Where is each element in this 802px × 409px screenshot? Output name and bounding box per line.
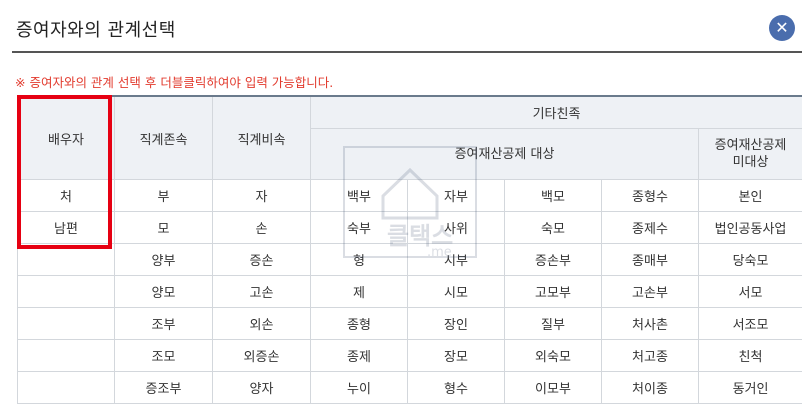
relation-cell[interactable]: 모 <box>114 211 213 244</box>
empty-cell <box>17 371 115 404</box>
relation-cell[interactable]: 장모 <box>407 339 505 372</box>
header-non-deduction-line1: 증여재산공제 <box>714 138 787 154</box>
relation-cell[interactable]: 숙모 <box>504 211 602 244</box>
relation-cell[interactable]: 종제수 <box>601 211 699 244</box>
relation-cell[interactable]: 증손 <box>212 243 311 276</box>
relation-cell[interactable]: 처 <box>17 179 115 212</box>
header-deduction-target: 증여재산공제 대상 <box>310 128 699 180</box>
empty-cell <box>17 275 115 308</box>
relation-cell[interactable]: 누이 <box>310 371 408 404</box>
title-divider <box>12 51 802 53</box>
table-row: 조모 외증손 종제 장모 외숙모 처고종 친척 <box>17 339 802 372</box>
header-lineal-ascendant: 직계존속 <box>114 95 213 180</box>
relation-cell[interactable]: 자부 <box>407 179 505 212</box>
relation-cell[interactable]: 종매부 <box>601 243 699 276</box>
relation-cell[interactable]: 외증손 <box>212 339 311 372</box>
relation-cell[interactable]: 처사촌 <box>601 307 699 340</box>
empty-cell <box>17 307 115 340</box>
relation-cell[interactable]: 장인 <box>407 307 505 340</box>
empty-cell <box>17 243 115 276</box>
relation-cell[interactable]: 법인공동사업 <box>697 211 802 244</box>
relation-cell[interactable]: 숙부 <box>310 211 408 244</box>
relation-cell[interactable]: 양부 <box>114 243 213 276</box>
dialog-title: 증여자와의 관계선택 <box>16 20 176 41</box>
header-non-deduction-line2: 미대상 <box>732 155 769 171</box>
relation-cell[interactable]: 친척 <box>697 339 802 372</box>
relation-cell[interactable]: 증조부 <box>114 371 213 404</box>
relation-cell[interactable]: 서모 <box>697 275 802 308</box>
relation-cell[interactable]: 자 <box>212 179 311 212</box>
empty-cell <box>17 339 115 372</box>
table-row: 양모 고손 제 시모 고모부 고손부 서모 <box>17 275 802 308</box>
table-row: 처 부 자 백부 자부 백모 종형수 본인 <box>17 179 802 212</box>
close-icon: ✕ <box>775 18 789 37</box>
table-row: 양부 증손 형 시부 증손부 종매부 당숙모 <box>17 243 802 276</box>
table-row: 증조부 양자 누이 형수 이모부 처이종 동거인 <box>17 371 802 404</box>
relation-cell[interactable]: 양모 <box>114 275 213 308</box>
relation-cell[interactable]: 외손 <box>212 307 311 340</box>
relation-cell[interactable]: 조모 <box>114 339 213 372</box>
relation-cell[interactable]: 형수 <box>407 371 505 404</box>
relation-cell[interactable]: 손 <box>212 211 311 244</box>
relation-cell[interactable]: 동거인 <box>697 371 802 404</box>
header-other-relatives: 기타친족 <box>309 95 802 130</box>
relation-cell[interactable]: 종형수 <box>601 179 699 212</box>
relation-cell[interactable]: 본인 <box>697 179 802 212</box>
header-lineal-descendant: 직계비속 <box>212 95 311 180</box>
relation-cell[interactable]: 질부 <box>504 307 602 340</box>
relation-cell[interactable]: 사위 <box>407 211 505 244</box>
relation-cell[interactable]: 시부 <box>407 243 505 276</box>
header-spouse: 배우자 <box>17 95 115 180</box>
relation-cell[interactable]: 처이종 <box>601 371 699 404</box>
relation-cell[interactable]: 고손부 <box>601 275 699 308</box>
relationship-select-dialog: 증여자와의 관계선택 ✕ ※ 증여자와의 관계 선택 후 더블클릭하여야 입력 … <box>0 0 802 409</box>
relation-cell[interactable]: 형 <box>310 243 408 276</box>
relation-cell[interactable]: 부 <box>114 179 213 212</box>
table-row: 남편 모 손 숙부 사위 숙모 종제수 법인공동사업 <box>17 211 802 244</box>
relation-cell[interactable]: 증손부 <box>504 243 602 276</box>
relationship-table: 배우자 직계존속 직계비속 기타친족 증여재산공제 대상 증여재산공제 미대상 … <box>17 95 802 404</box>
relation-cell[interactable]: 서조모 <box>697 307 802 340</box>
relation-cell[interactable]: 백부 <box>310 179 408 212</box>
relation-cell[interactable]: 외숙모 <box>504 339 602 372</box>
relation-cell[interactable]: 양자 <box>212 371 311 404</box>
close-button[interactable]: ✕ <box>769 15 795 41</box>
instruction-notice: ※ 증여자와의 관계 선택 후 더블클릭하여야 입력 가능합니다. <box>15 75 334 90</box>
table-row: 조부 외손 종형 장인 질부 처사촌 서조모 <box>17 307 802 340</box>
relation-cell[interactable]: 시모 <box>407 275 505 308</box>
relation-cell[interactable]: 조부 <box>114 307 213 340</box>
relation-cell[interactable]: 백모 <box>504 179 602 212</box>
header-non-deduction: 증여재산공제 미대상 <box>697 128 802 180</box>
dialog-titlebar: 증여자와의 관계선택 ✕ <box>0 0 802 52</box>
relation-cell[interactable]: 이모부 <box>504 371 602 404</box>
relation-cell[interactable]: 처고종 <box>601 339 699 372</box>
relation-cell[interactable]: 고모부 <box>504 275 602 308</box>
relation-cell[interactable]: 남편 <box>17 211 115 244</box>
relation-cell[interactable]: 종제 <box>310 339 408 372</box>
relation-cell[interactable]: 종형 <box>310 307 408 340</box>
relation-cell[interactable]: 제 <box>310 275 408 308</box>
relation-cell[interactable]: 고손 <box>212 275 311 308</box>
relation-cell[interactable]: 당숙모 <box>697 243 802 276</box>
